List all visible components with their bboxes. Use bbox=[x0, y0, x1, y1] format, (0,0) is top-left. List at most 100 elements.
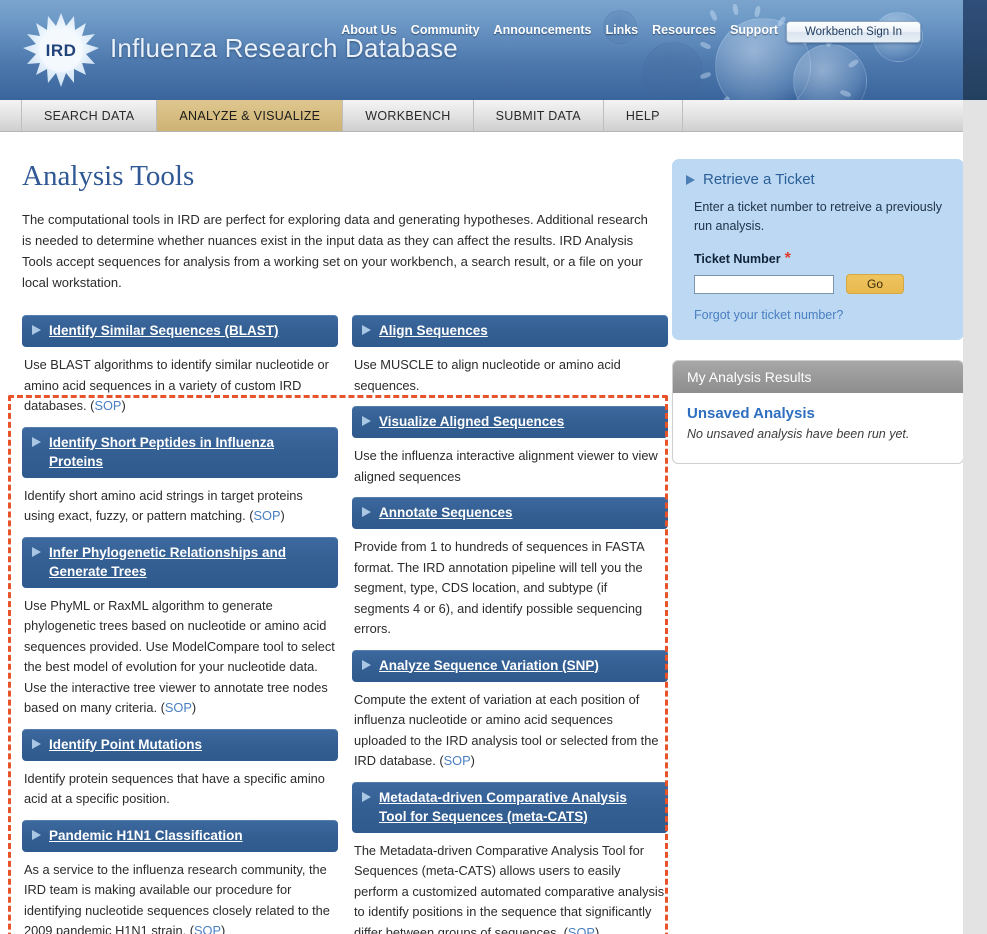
tool-card-identify-short-peptides-in-influenza-proteins: Identify Short Peptides in Influenza Pro… bbox=[22, 426, 338, 527]
tool-description: Identify protein sequences that have a s… bbox=[22, 761, 338, 810]
tool-header-visualize-aligned-sequences[interactable]: Visualize Aligned Sequences bbox=[352, 406, 668, 438]
page-root: IRD Influenza Research Database About Us… bbox=[0, 0, 987, 934]
collapse-triangle-icon bbox=[32, 738, 41, 749]
sop-link[interactable]: SOP bbox=[568, 925, 595, 934]
tab-workbench[interactable]: WORKBENCH bbox=[343, 100, 474, 131]
tool-header-identify-point-mutations[interactable]: Identify Point Mutations bbox=[22, 728, 338, 761]
collapse-triangle-icon bbox=[32, 829, 41, 840]
tab-help[interactable]: HELP bbox=[604, 100, 683, 131]
right-gutter bbox=[963, 0, 987, 934]
my-analysis-results-panel: My Analysis Results Unsaved Analysis No … bbox=[672, 360, 964, 464]
unsaved-analysis-empty-text: No unsaved analysis have been run yet. bbox=[687, 427, 910, 441]
top-nav-announcements[interactable]: Announcements bbox=[494, 23, 592, 37]
top-nav-resources[interactable]: Resources bbox=[652, 23, 716, 37]
workbench-sign-in-button[interactable]: Workbench Sign In bbox=[786, 21, 921, 43]
tabbar-left-spacer bbox=[0, 100, 22, 131]
tool-title: Metadata-driven Comparative Analysis Too… bbox=[379, 789, 627, 824]
sop-link[interactable]: SOP bbox=[254, 508, 281, 523]
tool-card-analyze-sequence-variation-snp: Analyze Sequence Variation (SNP) Compute … bbox=[352, 649, 668, 772]
my-analysis-results-title: My Analysis Results bbox=[673, 361, 963, 393]
tool-description: As a service to the influenza research c… bbox=[22, 852, 338, 934]
tool-description-text: Use MUSCLE to align nucleotide or amino … bbox=[354, 357, 621, 393]
collapse-triangle-icon bbox=[362, 659, 371, 670]
top-nav-links[interactable]: Links bbox=[605, 23, 638, 37]
tool-description-text: Use the influenza interactive alignment … bbox=[354, 448, 658, 484]
tool-description: Compute the extent of variation at each … bbox=[354, 691, 659, 769]
sidebar: Retrieve a Ticket Enter a ticket number … bbox=[672, 132, 964, 464]
tool-header-identify-short-peptides-in-influenza-proteins[interactable]: Identify Short Peptides in Influenza Pro… bbox=[22, 426, 338, 478]
right-gutter-header bbox=[963, 0, 987, 100]
tool-card-annotate-sequences: Annotate Sequences Provide from 1 to hund… bbox=[352, 497, 668, 640]
tool-card-align-sequences: Align Sequences Use MUSCLE to align nucle… bbox=[352, 315, 668, 396]
logo-text: IRD bbox=[45, 41, 77, 60]
top-nav-about-us[interactable]: About Us bbox=[341, 23, 397, 37]
tool-header-metadata-driven-comparative-analysis-tool-for-sequences-meta-cats[interactable]: Metadata-driven Comparative Analysis Too… bbox=[352, 781, 668, 833]
forgot-ticket-link[interactable]: Forgot your ticket number? bbox=[694, 308, 948, 322]
tool-description: Provide from 1 to hundreds of sequences … bbox=[352, 529, 668, 640]
tool-header-infer-phylogenetic-relationships-and-generate-trees[interactable]: Infer Phylogenetic Relationships and Gen… bbox=[22, 536, 338, 588]
tab-search-data[interactable]: SEARCH DATA bbox=[22, 100, 158, 131]
page-title: Analysis Tools bbox=[22, 160, 195, 192]
main-tabbar: SEARCH DATA ANALYZE & VISUALIZE WORKBENC… bbox=[0, 100, 963, 132]
go-button[interactable]: Go bbox=[846, 274, 904, 294]
tool-description-text: Use PhyML or RaxML algorithm to generate… bbox=[24, 597, 335, 716]
collapse-triangle-icon bbox=[362, 416, 371, 426]
retrieve-ticket-header[interactable]: Retrieve a Ticket bbox=[686, 171, 948, 188]
top-nav-community[interactable]: Community bbox=[411, 23, 480, 37]
ticket-number-label: Ticket Number bbox=[694, 252, 781, 266]
top-nav-support[interactable]: Support bbox=[730, 23, 778, 37]
tool-title: Align Sequences bbox=[379, 323, 488, 338]
tool-card-visualize-aligned-sequences: Visualize Aligned Sequences Use the influ… bbox=[352, 406, 668, 487]
tool-header-identify-similar-sequences-blast[interactable]: Identify Similar Sequences (BLAST) bbox=[22, 315, 338, 347]
tab-analyze-and-visualize[interactable]: ANALYZE & VISUALIZE bbox=[157, 100, 344, 131]
tool-title: Identify Similar Sequences (BLAST) bbox=[49, 323, 279, 338]
sop-link[interactable]: SOP bbox=[194, 923, 221, 934]
sop-link[interactable]: SOP bbox=[94, 398, 121, 413]
tool-card-infer-phylogenetic-relationships-and-generate-trees: Infer Phylogenetic Relationships and Gen… bbox=[22, 536, 338, 719]
tool-description-text: Compute the extent of variation at each … bbox=[354, 691, 659, 769]
ticket-number-input[interactable] bbox=[694, 274, 834, 294]
tool-description-text: The Metadata-driven Comparative Analysis… bbox=[354, 842, 665, 934]
tool-title: Analyze Sequence Variation (SNP) bbox=[379, 657, 599, 673]
collapse-triangle-icon bbox=[362, 791, 371, 802]
collapse-triangle-icon bbox=[362, 507, 371, 517]
collapse-triangle-icon bbox=[32, 436, 41, 447]
tool-header-pandemic-h1n1-classification[interactable]: Pandemic H1N1 Classification bbox=[22, 819, 338, 852]
tool-header-annotate-sequences[interactable]: Annotate Sequences bbox=[352, 497, 668, 529]
ird-logo[interactable]: IRD bbox=[22, 12, 100, 90]
retrieve-ticket-panel: Retrieve a Ticket Enter a ticket number … bbox=[672, 159, 964, 340]
site-title: Influenza Research Database bbox=[110, 33, 458, 63]
tool-card-identify-point-mutations: Identify Point Mutations Identify protein… bbox=[22, 728, 338, 810]
sop-link[interactable]: SOP bbox=[444, 753, 471, 768]
tools-grid: Identify Similar Sequences (BLAST) Use BL… bbox=[22, 315, 668, 934]
tool-description: Use the influenza interactive alignment … bbox=[352, 438, 668, 487]
retrieve-ticket-title: Retrieve a Ticket bbox=[703, 171, 815, 188]
retrieve-ticket-note: Enter a ticket number to retreive a prev… bbox=[694, 200, 943, 233]
tool-title: Visualize Aligned Sequences bbox=[379, 414, 565, 429]
tab-submit-data[interactable]: SUBMIT DATA bbox=[474, 100, 604, 131]
tool-card-metadata-driven-comparative-analysis-tool-for-sequences-meta-cats: Metadata-driven Comparative Analysis Too… bbox=[352, 781, 668, 934]
ticket-number-label-row: Ticket Number * bbox=[686, 250, 948, 268]
tool-description-text: As a service to the influenza research c… bbox=[24, 861, 330, 934]
collapse-triangle-icon bbox=[686, 174, 695, 185]
my-analysis-results-body: Unsaved Analysis No unsaved analysis hav… bbox=[673, 393, 963, 463]
tool-header-analyze-sequence-variation-snp[interactable]: Analyze Sequence Variation (SNP) bbox=[352, 649, 668, 682]
main-column: Analysis Tools The computational tools i… bbox=[22, 132, 668, 934]
top-nav: About Us Community Announcements Links R… bbox=[341, 23, 778, 37]
tool-description: Identify short amino acid strings in tar… bbox=[24, 487, 303, 524]
tool-description: Use MUSCLE to align nucleotide or amino … bbox=[352, 347, 668, 396]
tool-description: Use BLAST algorithms to identify similar… bbox=[24, 357, 329, 413]
unsaved-analysis-link[interactable]: Unsaved Analysis bbox=[687, 405, 815, 422]
sop-link[interactable]: SOP bbox=[165, 700, 192, 715]
collapse-triangle-icon bbox=[32, 546, 41, 557]
tool-title: Infer Phylogenetic Relationships and Gen… bbox=[49, 544, 287, 579]
tool-description-text: Provide from 1 to hundreds of sequences … bbox=[354, 539, 644, 636]
tool-title: Annotate Sequences bbox=[379, 505, 513, 520]
intro-paragraph: The computational tools in IRD are perfe… bbox=[22, 212, 648, 290]
tools-column-right: Align Sequences Use MUSCLE to align nucle… bbox=[352, 315, 668, 934]
ticket-field-row: Go bbox=[694, 274, 948, 294]
tool-header-align-sequences[interactable]: Align Sequences bbox=[352, 315, 668, 347]
tool-description-text: Identify protein sequences that have a s… bbox=[24, 770, 325, 807]
tool-card-identify-similar-sequences-blast: Identify Similar Sequences (BLAST) Use BL… bbox=[22, 315, 338, 417]
tool-description-text: Use BLAST algorithms to identify similar… bbox=[24, 357, 329, 413]
